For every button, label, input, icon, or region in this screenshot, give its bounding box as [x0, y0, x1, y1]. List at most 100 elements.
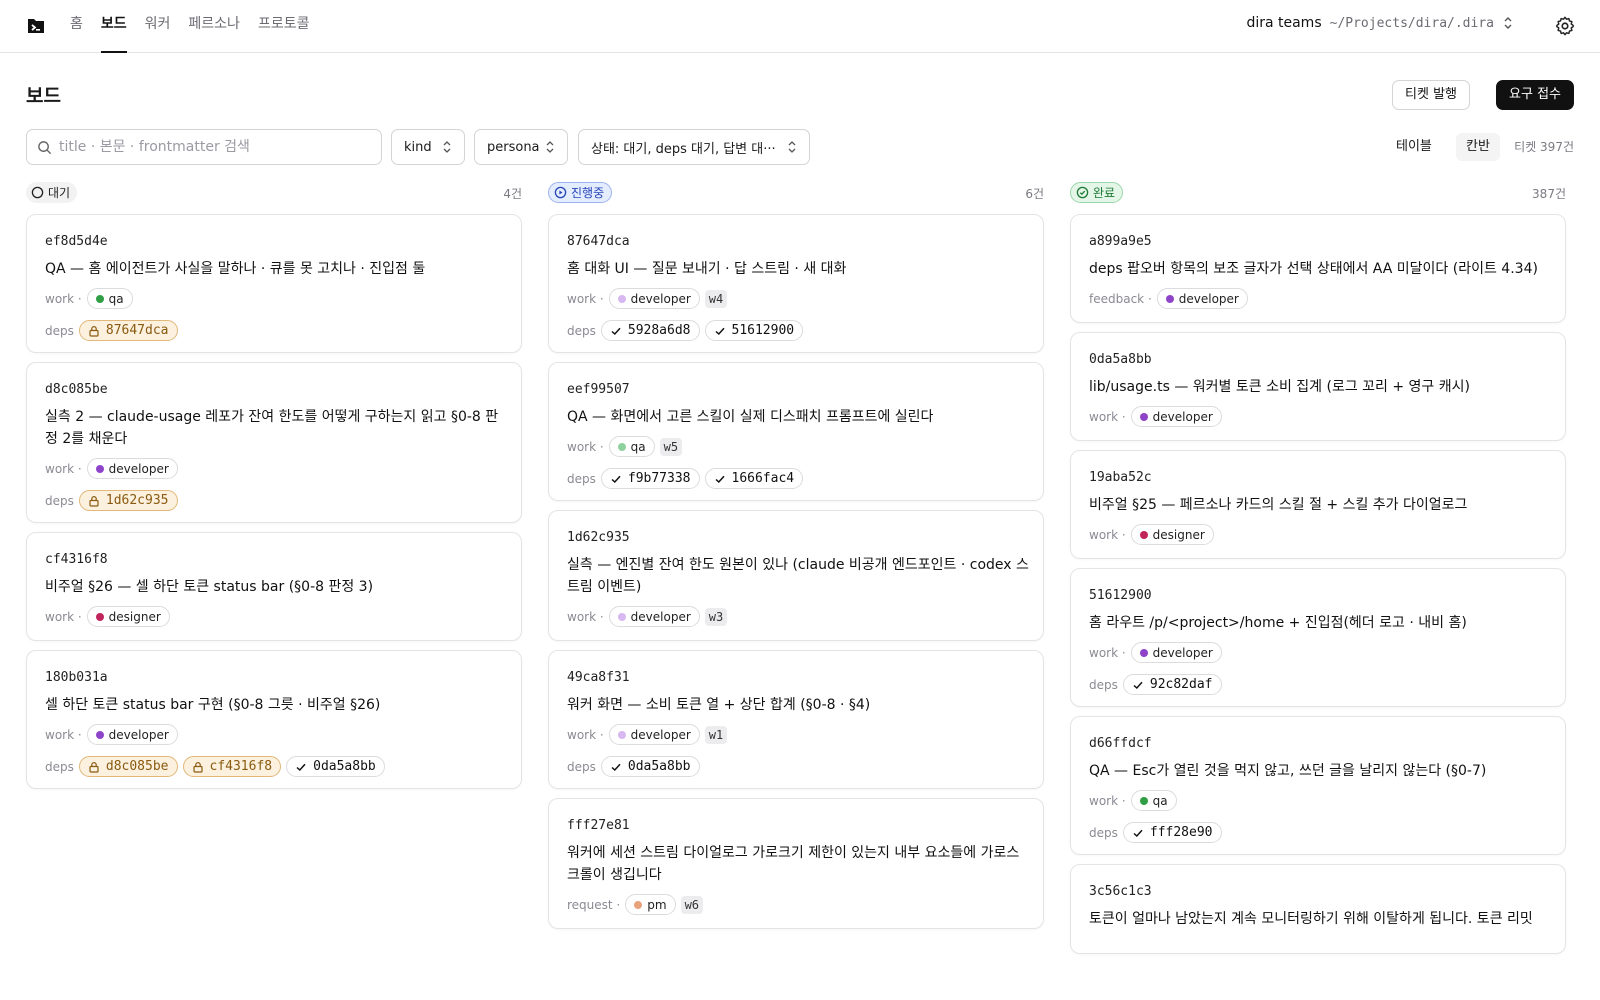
persona-tag[interactable]: developer	[86, 458, 178, 479]
chevron-up-down-icon	[1504, 17, 1512, 29]
persona-tag[interactable]: qa	[608, 436, 655, 457]
persona-tag[interactable]: qa	[1130, 790, 1177, 811]
dep-chip[interactable]: fff28e90	[1122, 822, 1222, 843]
persona-tag[interactable]: pm	[625, 894, 676, 915]
ticket-card[interactable]: eef99507 QA — 화면에서 고른 스킬이 실제 디스패치 프롬프트에 실…	[548, 362, 1044, 501]
ticket-kind: work ·	[1089, 527, 1126, 542]
persona-tag[interactable]: developer	[608, 606, 700, 627]
ticket-id: 19aba52c	[1089, 470, 1152, 485]
dep-chip[interactable]: 0da5a8bb	[286, 756, 385, 777]
persona-name: developer	[1178, 291, 1239, 306]
logo-folder-icon[interactable]	[26, 16, 46, 36]
ticket-card[interactable]: cf4316f8 비주얼 §26 — 셀 하단 토큰 status bar (§0…	[26, 532, 522, 641]
persona-tag[interactable]: developer	[608, 724, 700, 745]
ticket-kind: request ·	[567, 897, 621, 912]
nav-protocol[interactable]: 프로토콜	[258, 0, 310, 53]
persona-tag[interactable]: developer	[86, 724, 178, 745]
dep-chip[interactable]: 87647dca	[78, 320, 178, 341]
dep-chip[interactable]: cf4316f8	[182, 756, 282, 777]
view-table-toggle[interactable]: 테이블	[1386, 133, 1442, 161]
persona-dot-icon	[1139, 648, 1148, 657]
persona-name: qa	[630, 439, 646, 454]
worker-chip[interactable]: w5	[659, 437, 683, 456]
ticket-id: 3c56c1c3	[1089, 884, 1152, 899]
persona-tag[interactable]: developer	[1156, 288, 1248, 309]
ticket-card[interactable]: 51612900 홈 라우트 /p/<project>/home + 진입점(헤더…	[1070, 568, 1566, 707]
persona-tag[interactable]: developer	[608, 288, 700, 309]
view-kanban-toggle[interactable]: 칸반	[1456, 133, 1500, 161]
dep-chip[interactable]: 92c82daf	[1122, 674, 1222, 695]
ticket-deps: deps 87647dca	[45, 320, 178, 341]
ticket-meta: request · pm w6	[567, 894, 704, 915]
search-input[interactable]	[59, 130, 375, 164]
dep-chip[interactable]: 0da5a8bb	[600, 756, 700, 777]
ticket-title: lib/usage.ts — 워커별 토큰 소비 집계 (로그 꼬리 + 영구 …	[1089, 379, 1470, 395]
worker-chip[interactable]: w1	[704, 725, 728, 744]
ticket-card[interactable]: d66ffdcf QA — Esc가 열린 것을 먹지 않고, 쓰던 글을 날리지…	[1070, 716, 1566, 855]
ticket-card[interactable]: 3c56c1c3 토큰이 얼마나 남았는지 계속 모니터링하기 위해 이탈하게 됩…	[1070, 864, 1566, 954]
ticket-deps: deps 1d62c935	[45, 490, 178, 511]
persona-name: qa	[108, 291, 124, 306]
project-name: dira teams	[1246, 15, 1322, 31]
project-switcher[interactable]: dira teams ~/Projects/dira/.dira	[1246, 15, 1514, 31]
kanban-column-1: 진행중 6건 87647dca 홈 대화 UI — 질문 보내기 · 답 스트림 · …	[548, 182, 1044, 929]
ticket-card[interactable]: 49ca8f31 워커 화면 — 소비 토큰 열 + 상단 합계 (§0-8 · …	[548, 650, 1044, 789]
status-label: 대기	[48, 186, 71, 200]
ticket-meta: feedback · developer	[1089, 288, 1248, 309]
ticket-card[interactable]: 180b031a 셀 하단 토큰 status bar 구현 (§0-8 그릇 ·…	[26, 650, 522, 789]
ticket-id: ef8d5d4e	[45, 234, 108, 249]
ticket-title: 워커에 세션 스트림 다이얼로그 가로크기 제한이 있는지 내부 요소들에 가로…	[567, 845, 1020, 883]
persona-tag[interactable]: designer	[1130, 524, 1214, 545]
worker-chip[interactable]: w4	[704, 289, 728, 308]
dep-chip[interactable]: d8c085be	[78, 756, 178, 777]
ticket-card[interactable]: d8c085be 실측 2 — claude-usage 레포가 잔여 한도를 어…	[26, 362, 522, 523]
ticket-id: eef99507	[567, 382, 630, 397]
persona-tag[interactable]: developer	[1130, 406, 1222, 427]
ticket-title: deps 팝오버 항목의 보조 글자가 선택 상태에서 AA 미달이다 (라이트…	[1089, 261, 1538, 277]
persona-dot-icon	[617, 294, 626, 303]
check-icon	[610, 325, 622, 337]
dep-chip[interactable]: 5928a6d8	[600, 320, 700, 341]
ticket-title: 홈 대화 UI — 질문 보내기 · 답 스트림 · 새 대화	[567, 261, 847, 277]
dep-chip[interactable]: 1666fac4	[704, 468, 804, 489]
worker-chip[interactable]: w6	[680, 895, 704, 914]
ticket-card[interactable]: 19aba52c 비주얼 §25 — 페르소나 카드의 스킬 절 + 스킬 추가 …	[1070, 450, 1566, 559]
status-select[interactable]: 상태: 대기, deps 대기, 답변 대···	[578, 129, 810, 165]
gear-icon[interactable]	[1554, 15, 1576, 37]
worker-chip[interactable]: w3	[704, 607, 728, 626]
ticket-card[interactable]: 1d62c935 실측 — 엔진별 잔여 한도 원본이 있나 (claude 비공…	[548, 510, 1044, 641]
ticket-kind: work ·	[45, 291, 82, 306]
dep-id: cf4316f8	[209, 759, 273, 774]
persona-select[interactable]: persona	[474, 129, 568, 165]
dep-chip[interactable]: f9b77338	[600, 468, 700, 489]
check-icon	[1132, 679, 1144, 691]
status-badge: 진행중	[548, 182, 613, 203]
ticket-card[interactable]: 0da5a8bb lib/usage.ts — 워커별 토큰 소비 집계 (로그 …	[1070, 332, 1566, 441]
ticket-kind: work ·	[567, 291, 604, 306]
dep-chip[interactable]: 51612900	[704, 320, 804, 341]
nav-board[interactable]: 보드	[100, 0, 127, 53]
ticket-id: a899a9e5	[1089, 234, 1152, 249]
dep-chip[interactable]: 1d62c935	[78, 490, 178, 511]
persona-tag[interactable]: designer	[86, 606, 170, 627]
persona-tag[interactable]: developer	[1130, 642, 1222, 663]
deps-label: deps	[567, 759, 596, 774]
ticket-kind: work ·	[1089, 645, 1126, 660]
deps-label: deps	[567, 471, 596, 486]
persona-dot-icon	[634, 900, 643, 909]
nav-home[interactable]: 홈	[70, 0, 83, 53]
play-circle-icon	[554, 186, 567, 199]
kind-select[interactable]: kind	[391, 129, 465, 165]
nav-personas[interactable]: 페르소나	[188, 0, 240, 53]
persona-dot-icon	[617, 730, 626, 739]
ticket-card[interactable]: 87647dca 홈 대화 UI — 질문 보내기 · 답 스트림 · 새 대화 w…	[548, 214, 1044, 353]
ticket-meta: work · developer w1	[567, 724, 728, 745]
ticket-card[interactable]: a899a9e5 deps 팝오버 항목의 보조 글자가 선택 상태에서 AA 미…	[1070, 214, 1566, 323]
ticket-meta: work · developer w3	[567, 606, 728, 627]
nav-workers[interactable]: 워커	[145, 0, 171, 53]
persona-tag[interactable]: qa	[86, 288, 133, 309]
ticket-card[interactable]: fff27e81 워커에 세션 스트림 다이얼로그 가로크기 제한이 있는지 내부…	[548, 798, 1044, 929]
ticket-card[interactable]: ef8d5d4e QA — 홈 에이전트가 사실을 말하나 · 큐를 못 고치나 …	[26, 214, 522, 353]
intake-button[interactable]: 요구 접수	[1496, 80, 1574, 110]
issue-ticket-button[interactable]: 티켓 발행	[1392, 80, 1470, 110]
